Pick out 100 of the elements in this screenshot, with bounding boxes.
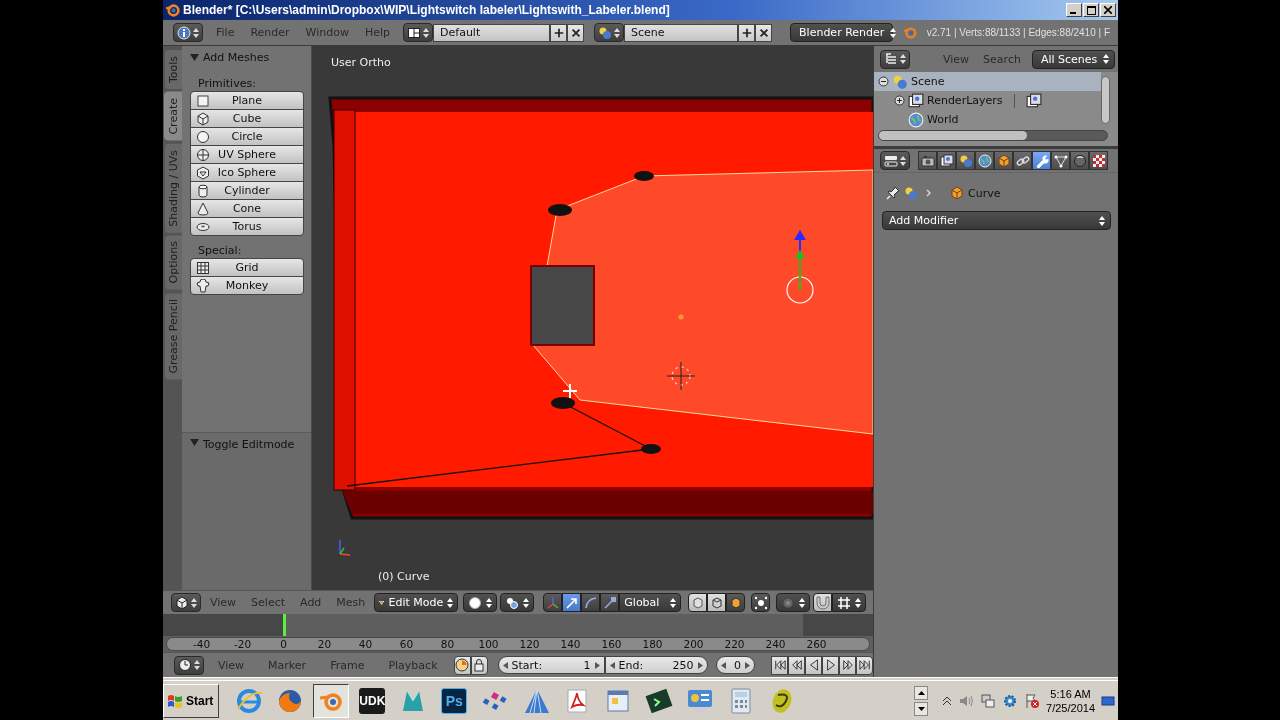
desktop-icon[interactable] bbox=[1101, 693, 1115, 708]
lock-icon bbox=[472, 658, 486, 672]
clock[interactable]: 5:16 AM 7/25/2014 bbox=[1046, 686, 1095, 715]
flag-icon bbox=[167, 693, 183, 708]
select-mode-button[interactable] bbox=[726, 593, 746, 612]
layout-field[interactable]: Default bbox=[433, 23, 551, 42]
properties-tab[interactable] bbox=[1051, 151, 1070, 170]
shading-dropdown[interactable] bbox=[463, 593, 498, 612]
monkey-icon bbox=[196, 278, 210, 293]
properties-tab[interactable] bbox=[994, 151, 1013, 170]
gizmo-icon[interactable] bbox=[786, 230, 814, 304]
add-mesh-button[interactable]: Grid bbox=[190, 258, 304, 277]
add-mesh-button[interactable]: Monkey bbox=[190, 276, 304, 295]
mode-dropdown[interactable]: Edit Mode bbox=[374, 593, 459, 612]
editor-type-button[interactable] bbox=[173, 23, 203, 42]
playback-button[interactable] bbox=[805, 655, 822, 675]
properties-tab[interactable] bbox=[918, 151, 937, 170]
render-engine-dropdown[interactable]: Blender Render bbox=[790, 23, 894, 42]
cone-icon bbox=[196, 201, 210, 216]
flag-alert-icon[interactable] bbox=[1024, 692, 1041, 709]
remove-button[interactable] bbox=[755, 23, 773, 42]
timeline[interactable]: -40 -20 0 20 40 60 80 100 120 140 160 180 200 220 240 260 bbox=[163, 614, 873, 652]
properties-tab[interactable] bbox=[1070, 151, 1089, 170]
remove-button[interactable] bbox=[567, 23, 585, 42]
orientation-dropdown[interactable]: Global bbox=[619, 593, 682, 612]
left-arrow-icon[interactable] bbox=[502, 661, 508, 669]
outliner-item[interactable]: RenderLayers bbox=[874, 91, 1101, 110]
proportional-dropdown[interactable] bbox=[776, 593, 811, 612]
add-mesh-button[interactable]: Cone bbox=[190, 199, 304, 218]
layout-button[interactable] bbox=[403, 23, 434, 42]
playback-button[interactable] bbox=[839, 655, 856, 675]
left-arrow-icon[interactable] bbox=[720, 661, 726, 669]
edge-select-icon bbox=[709, 595, 724, 610]
playback-button[interactable] bbox=[771, 655, 788, 675]
properties-tab[interactable] bbox=[975, 151, 994, 170]
add-modifier-dropdown[interactable]: Add Modifier bbox=[882, 211, 1111, 230]
properties-tab[interactable] bbox=[937, 151, 956, 170]
outliner-item[interactable]: Scene bbox=[874, 72, 1101, 91]
scroll-up-button[interactable] bbox=[914, 685, 929, 700]
manipulator-toggle[interactable] bbox=[543, 593, 563, 612]
right-arrow-icon[interactable] bbox=[594, 661, 600, 669]
network-icon[interactable] bbox=[980, 692, 997, 709]
playback-button[interactable] bbox=[822, 655, 839, 675]
scrollbar[interactable] bbox=[1101, 76, 1110, 124]
pivot-dropdown[interactable] bbox=[500, 593, 535, 612]
editor-type-button[interactable] bbox=[880, 49, 910, 69]
manipulator-toggle[interactable] bbox=[581, 593, 601, 612]
current-frame-field[interactable]: 0 bbox=[715, 656, 755, 674]
gear-icon[interactable] bbox=[1002, 692, 1019, 709]
frame-tick-label: 0 bbox=[279, 638, 288, 650]
editor-type-button[interactable] bbox=[171, 593, 201, 612]
scroll-down-button[interactable] bbox=[914, 701, 929, 716]
limit-selection-button[interactable] bbox=[751, 593, 771, 612]
scrollbar[interactable] bbox=[878, 130, 1108, 141]
chevron-up-icon[interactable] bbox=[942, 695, 953, 706]
close-button[interactable] bbox=[1100, 3, 1116, 17]
frame-tick-label: -40 bbox=[191, 638, 212, 650]
end-frame-field[interactable]: End: 250 bbox=[604, 656, 708, 674]
collapse-icon[interactable] bbox=[878, 76, 889, 87]
frame-ruler[interactable]: -40 -20 0 20 40 60 80 100 120 140 160 180 200 220 240 260 bbox=[166, 637, 870, 651]
add-button[interactable] bbox=[550, 23, 568, 42]
add-button[interactable] bbox=[738, 23, 756, 42]
minimize-button[interactable] bbox=[1066, 3, 1082, 17]
add-mesh-button[interactable]: Torus bbox=[190, 217, 304, 236]
circle-icon bbox=[196, 129, 210, 144]
manipulator-toggle[interactable] bbox=[600, 593, 620, 612]
panel-header[interactable]: Add Meshes bbox=[182, 46, 311, 69]
properties-tab[interactable] bbox=[1013, 151, 1032, 170]
properties-tab[interactable] bbox=[1089, 151, 1108, 170]
record-button[interactable] bbox=[453, 655, 471, 675]
right-arrow-icon[interactable] bbox=[745, 661, 750, 669]
display-mode-dropdown[interactable]: All Scenes bbox=[1031, 49, 1116, 69]
properties-tab[interactable] bbox=[956, 151, 975, 170]
mouse-cursor-icon bbox=[562, 383, 578, 399]
left-arrow-icon[interactable] bbox=[609, 661, 615, 669]
playback-button[interactable] bbox=[788, 655, 805, 675]
snap-dropdown[interactable] bbox=[832, 593, 867, 612]
maximize-button[interactable] bbox=[1083, 3, 1099, 17]
right-arrow-icon[interactable] bbox=[697, 661, 703, 669]
select-mode-button[interactable] bbox=[707, 593, 727, 612]
editor-type-button[interactable] bbox=[880, 151, 910, 170]
editor-type-button[interactable] bbox=[174, 655, 204, 675]
outliner-item[interactable]: World bbox=[874, 110, 1101, 129]
axis-icon bbox=[339, 539, 351, 556]
manipulator-toggle[interactable] bbox=[562, 593, 582, 612]
window-title: Blender* [C:\Users\admin\Dropbox\WIP\Lightswitch labeler\Lightswith_Labeler.blend] bbox=[183, 3, 670, 17]
playback-button[interactable] bbox=[856, 655, 873, 675]
snap-toggle[interactable] bbox=[813, 593, 833, 612]
select-mode-button[interactable] bbox=[688, 593, 708, 612]
panel-header[interactable]: Toggle Editmode bbox=[182, 432, 311, 590]
taskbar-app-button[interactable] bbox=[313, 683, 350, 718]
tree-list-icon bbox=[884, 52, 898, 66]
properties-tab[interactable] bbox=[1032, 151, 1051, 170]
scene-field[interactable]: Scene bbox=[624, 23, 739, 42]
tool-tab[interactable]: Create bbox=[164, 92, 182, 141]
start-frame-field[interactable]: Start: 1 bbox=[497, 656, 605, 674]
start-button[interactable]: Start bbox=[163, 683, 220, 718]
cube-icon bbox=[196, 111, 210, 126]
expand-icon[interactable] bbox=[894, 95, 905, 106]
scene-button[interactable] bbox=[594, 23, 625, 42]
